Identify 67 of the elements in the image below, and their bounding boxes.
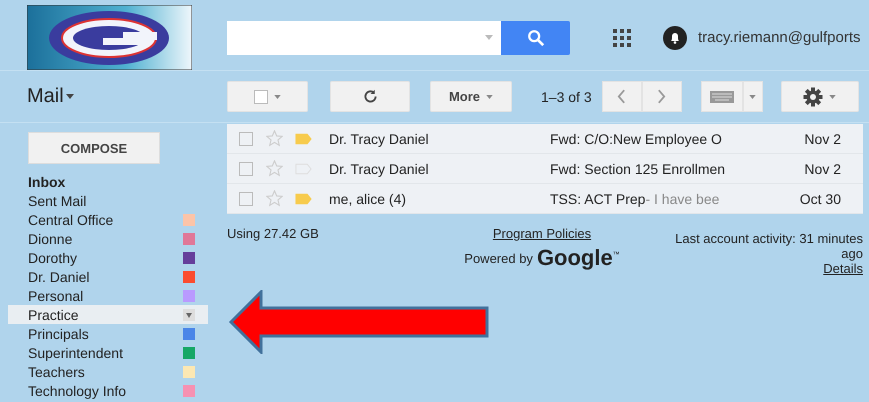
apps-grid-icon[interactable] [613, 28, 631, 46]
message-date: Nov 2 [804, 130, 841, 146]
storage-usage: Using 27.42 GB [227, 226, 320, 243]
keyboard-icon [710, 90, 734, 102]
chevron-left-icon [617, 89, 626, 104]
star-icon[interactable] [266, 160, 283, 177]
message-sender: Dr. Tracy Daniel [329, 130, 430, 146]
importance-marker-icon[interactable] [295, 132, 312, 144]
folder-item[interactable]: Sent Mail [8, 191, 208, 210]
keyboard-button[interactable] [700, 81, 743, 112]
folder-item[interactable]: Principals [8, 324, 208, 343]
page-range: 1–3 of 3 [541, 88, 592, 104]
folder-item[interactable]: Inbox [8, 172, 208, 191]
folder-item[interactable]: Superintendent [8, 343, 208, 362]
message-subject: Fwd: C/O:New Employee O [550, 130, 722, 146]
folder-item[interactable]: Technology Info [8, 381, 208, 400]
folder-item[interactable]: Dorothy [8, 248, 208, 267]
folder-item[interactable]: Personal [8, 286, 208, 305]
folder-item[interactable]: Practice [8, 305, 208, 324]
caret-icon [749, 94, 756, 98]
caret-icon [66, 94, 74, 99]
settings-button[interactable] [780, 81, 859, 112]
powered-by-text: Powered by [464, 250, 533, 266]
message-date: Oct 30 [800, 190, 841, 206]
folder-item[interactable]: Dionne [8, 229, 208, 248]
keyboard-dropdown-button[interactable] [742, 81, 763, 112]
message-subject: TSS: ACT Prep [550, 190, 646, 206]
checkbox[interactable] [239, 192, 253, 206]
search-field[interactable] [227, 20, 501, 54]
next-page-button[interactable] [642, 81, 682, 112]
star-icon[interactable] [266, 190, 283, 207]
checkbox[interactable] [239, 162, 253, 176]
select-button[interactable] [227, 81, 308, 112]
mail-menu[interactable]: Mail [27, 85, 74, 108]
importance-marker-icon[interactable] [295, 162, 312, 174]
search-button[interactable] [501, 20, 570, 54]
folder-item[interactable]: Central Office [8, 210, 208, 229]
message-sender: Dr. Tracy Daniel [329, 160, 430, 176]
caret-icon [829, 94, 836, 98]
search-icon [526, 28, 544, 46]
refresh-button[interactable] [330, 81, 410, 112]
more-button[interactable]: More [430, 81, 512, 112]
checkbox[interactable] [239, 132, 253, 146]
message-row[interactable]: Dr. Tracy Daniel Fwd: C/O:New Employee O Nov 2 [227, 124, 863, 154]
message-sender: me, alice (4) [329, 190, 408, 206]
refresh-icon [362, 88, 378, 105]
message-row[interactable]: Dr. Tracy Daniel Fwd: Section 125 Enrollmen Nov 2 [227, 154, 863, 184]
previous-page-button[interactable] [602, 81, 642, 112]
folder-item[interactable]: Teachers [8, 362, 208, 381]
caret-icon [274, 94, 281, 98]
details-link[interactable]: Details [823, 261, 863, 276]
compose-button[interactable]: COMPOSE [28, 132, 160, 164]
brand-wordmark: Google$^{™}$ [536, 245, 620, 271]
dropdown-icon[interactable] [183, 308, 195, 320]
caret-icon [486, 94, 494, 98]
message-date: Nov 2 [804, 160, 841, 176]
importance-marker-icon[interactable] [295, 192, 312, 204]
chevron-right-icon [657, 89, 666, 104]
last-activity-text: Last account activity: 31 minutes ago [674, 231, 863, 261]
message-subject: Fwd: Section 125 Enrollmen [550, 160, 726, 176]
message-snippet: - I have bee [645, 190, 720, 206]
star-icon[interactable] [266, 130, 283, 147]
folder-item[interactable]: Dr. Daniel [8, 267, 208, 286]
program-policies-link[interactable]: Program Policies [492, 226, 592, 241]
notification-bell-icon[interactable] [663, 26, 687, 50]
message-row[interactable]: me, alice (4) TSS: ACT Prep- I have bee Oct 30 [227, 184, 863, 214]
account-email[interactable]: tracy.riemann@gulfports [698, 29, 861, 46]
